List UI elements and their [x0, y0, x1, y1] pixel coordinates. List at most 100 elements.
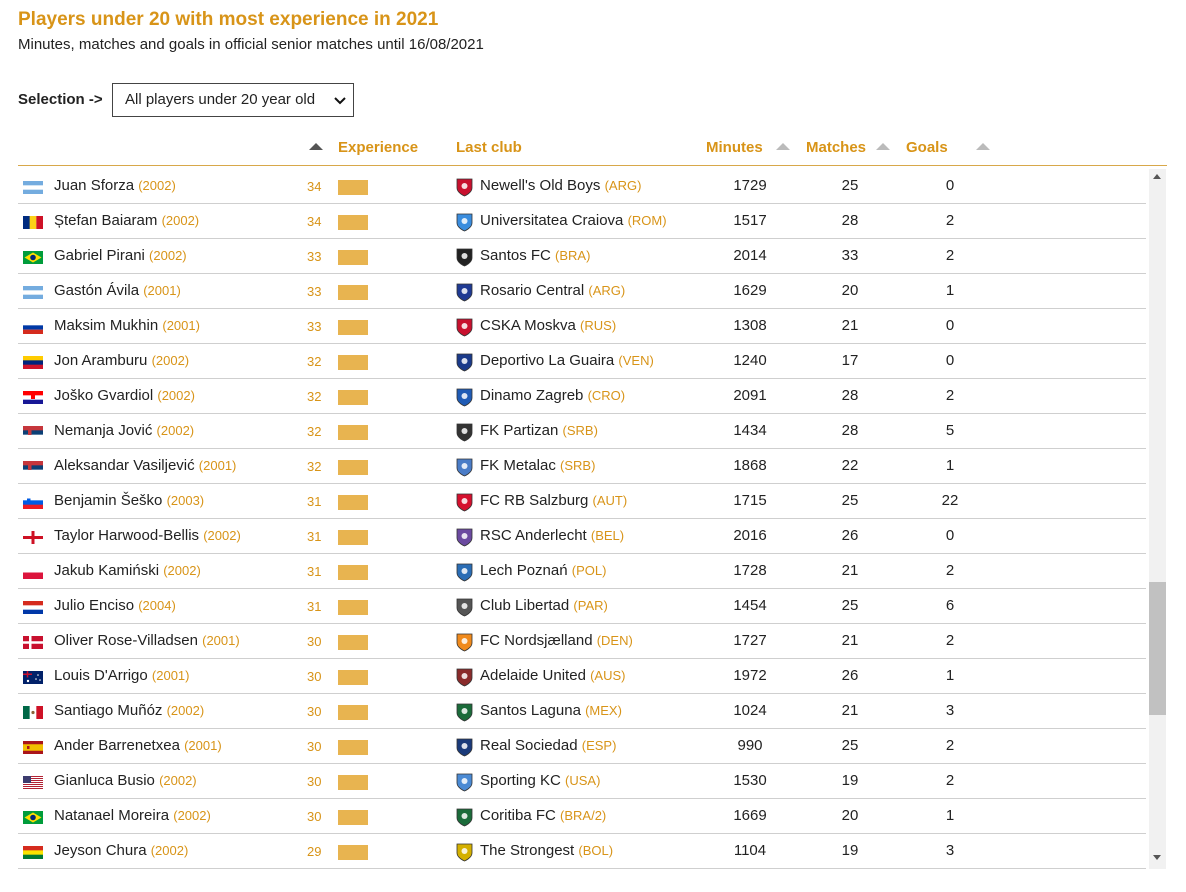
- table-row[interactable]: Jon Aramburu (2002) 32 Deportivo La Guaira…: [18, 344, 1146, 379]
- goals-value: 2: [945, 737, 955, 754]
- club-name[interactable]: Newell's Old Boys (ARG): [480, 177, 641, 194]
- club-name[interactable]: FK Partizan (SRB): [480, 422, 598, 439]
- sort-minutes-icon[interactable]: [776, 143, 790, 150]
- player-name[interactable]: Aleksandar Vasiljević (2001): [54, 457, 236, 474]
- club-name[interactable]: Santos FC (BRA): [480, 247, 590, 264]
- player-name[interactable]: Nemanja Jović (2002): [54, 422, 194, 439]
- club-name[interactable]: Real Sociedad (ESP): [480, 737, 616, 754]
- club-name[interactable]: RSC Anderlecht (BEL): [480, 527, 624, 544]
- sort-matches-icon[interactable]: [876, 143, 890, 150]
- club-name-text: Universitatea Craiova: [480, 212, 628, 229]
- club-logo-icon: [455, 807, 474, 827]
- goals-value: 1: [945, 457, 955, 474]
- club-name[interactable]: FC RB Salzburg (AUT): [480, 492, 627, 509]
- player-name[interactable]: Julio Enciso (2004): [54, 597, 176, 614]
- club-logo-icon: [455, 562, 474, 582]
- club-name[interactable]: Coritiba FC (BRA/2): [480, 807, 606, 824]
- club-name-text: Coritiba FC: [480, 807, 561, 824]
- column-header-goals[interactable]: Goals: [906, 139, 948, 156]
- scrollbar-track[interactable]: [1149, 169, 1166, 869]
- player-name-text: Ștefan Baiaram: [54, 212, 162, 229]
- player-name[interactable]: Gianluca Busio (2002): [54, 772, 197, 789]
- flag-icon: [23, 321, 43, 334]
- player-name[interactable]: Oliver Rose-Villadsen (2001): [54, 632, 240, 649]
- table-row[interactable]: Gabriel Pirani (2002) 33 Santos FC (BRA) 20…: [18, 239, 1146, 274]
- player-name[interactable]: Taylor Harwood-Bellis (2002): [54, 527, 241, 544]
- club-country: (POL): [571, 563, 607, 578]
- table-row[interactable]: Ander Barrenetxea (2001) 30 Real Sociedad …: [18, 729, 1146, 764]
- scrollbar-thumb[interactable]: [1149, 582, 1166, 715]
- club-country: (ESP): [581, 738, 617, 753]
- club-name[interactable]: Rosario Central (ARG): [480, 282, 625, 299]
- column-header-last-club[interactable]: Last club: [456, 139, 522, 156]
- club-name-text: Real Sociedad: [480, 737, 582, 754]
- page-subtitle: Minutes, matches and goals in official s…: [18, 36, 484, 53]
- minutes-value: 1530: [733, 772, 767, 789]
- column-header-experience[interactable]: Experience: [338, 139, 418, 156]
- minutes-value: 1728: [733, 562, 767, 579]
- club-name[interactable]: Club Libertad (PAR): [480, 597, 608, 614]
- table-row[interactable]: Santiago Muñóz (2002) 30 Santos Laguna (ME…: [18, 694, 1146, 729]
- table-row[interactable]: Ștefan Baiaram (2002) 34 Universitatea Cra…: [18, 204, 1146, 239]
- player-name[interactable]: Gabriel Pirani (2002): [54, 247, 187, 264]
- table-row[interactable]: Natanael Moreira (2002) 30 Coritiba FC (BR…: [18, 799, 1146, 834]
- scroll-down-icon[interactable]: [1153, 855, 1161, 860]
- club-name[interactable]: CSKA Moskva (RUS): [480, 317, 616, 334]
- player-name-text: Jon Aramburu: [54, 352, 152, 369]
- club-name[interactable]: Deportivo La Guaira (VEN): [480, 352, 654, 369]
- player-name[interactable]: Ștefan Baiaram (2002): [54, 212, 199, 229]
- club-name[interactable]: Universitatea Craiova (ROM): [480, 212, 667, 229]
- player-name[interactable]: Ander Barrenetxea (2001): [54, 737, 222, 754]
- experience-value: 34: [307, 179, 322, 194]
- table-row[interactable]: Taylor Harwood-Bellis (2002) 31 RSC Anderl…: [18, 519, 1146, 554]
- table-row[interactable]: Nemanja Jović (2002) 32 FK Partizan (SRB) 1…: [18, 414, 1146, 449]
- player-name[interactable]: Jakub Kamiński (2002): [54, 562, 201, 579]
- club-name[interactable]: FC Nordsjælland (DEN): [480, 632, 633, 649]
- table-row[interactable]: Benjamin Šeško (2003) 31 FC RB Salzburg (A…: [18, 484, 1146, 519]
- table-row[interactable]: Oliver Rose-Villadsen (2001) 30 FC Nordsjæ…: [18, 624, 1146, 659]
- experience-bar: [338, 530, 368, 545]
- club-name[interactable]: Sporting KC (USA): [480, 772, 600, 789]
- sort-player-icon[interactable]: [309, 143, 323, 150]
- table-row[interactable]: Jeyson Chura (2002) 29 The Strongest (BOL)…: [18, 834, 1146, 869]
- goals-value: 6: [945, 597, 955, 614]
- club-name[interactable]: Lech Poznań (POL): [480, 562, 606, 579]
- table-row[interactable]: Juan Sforza (2002) 34 Newell's Old Boys (A…: [18, 169, 1146, 204]
- selection-dropdown[interactable]: All players under 20 year old: [112, 83, 354, 117]
- club-name[interactable]: Adelaide United (AUS): [480, 667, 625, 684]
- club-name[interactable]: Dinamo Zagreb (CRO): [480, 387, 625, 404]
- player-name[interactable]: Benjamin Šeško (2003): [54, 492, 204, 509]
- club-logo-icon: [455, 317, 474, 337]
- table-row[interactable]: Maksim Mukhin (2001) 33 CSKA Moskva (RUS) 1…: [18, 309, 1146, 344]
- player-name[interactable]: Gastón Ávila (2001): [54, 282, 181, 299]
- club-name[interactable]: FK Metalac (SRB): [480, 457, 595, 474]
- player-name[interactable]: Jon Aramburu (2002): [54, 352, 189, 369]
- table-row[interactable]: Julio Enciso (2004) 31 Club Libertad (PAR)…: [18, 589, 1146, 624]
- player-name[interactable]: Juan Sforza (2002): [54, 177, 176, 194]
- table-row[interactable]: Gastón Ávila (2001) 33 Rosario Central (AR…: [18, 274, 1146, 309]
- player-name[interactable]: Maksim Mukhin (2001): [54, 317, 200, 334]
- club-name[interactable]: The Strongest (BOL): [480, 842, 613, 859]
- column-header-minutes[interactable]: Minutes: [706, 139, 763, 156]
- player-name[interactable]: Natanael Moreira (2002): [54, 807, 211, 824]
- table-row[interactable]: Gianluca Busio (2002) 30 Sporting KC (USA)…: [18, 764, 1146, 799]
- player-name-text: Ander Barrenetxea: [54, 737, 185, 754]
- flag-icon: [23, 286, 43, 299]
- minutes-value: 1434: [733, 422, 767, 439]
- player-name[interactable]: Santiago Muñóz (2002): [54, 702, 204, 719]
- table-row[interactable]: Joško Gvardiol (2002) 32 Dinamo Zagreb (CR…: [18, 379, 1146, 414]
- sort-goals-icon[interactable]: [976, 143, 990, 150]
- table-row[interactable]: Aleksandar Vasiljević (2001) 32 FK Metalac…: [18, 449, 1146, 484]
- player-name[interactable]: Louis D'Arrigo (2001): [54, 667, 189, 684]
- experience-bar: [338, 600, 368, 615]
- column-header-matches[interactable]: Matches: [806, 139, 866, 156]
- table-row[interactable]: Louis D'Arrigo (2001) 30 Adelaide United (…: [18, 659, 1146, 694]
- scroll-up-icon[interactable]: [1153, 174, 1161, 179]
- player-name[interactable]: Joško Gvardiol (2002): [54, 387, 195, 404]
- player-name[interactable]: Jeyson Chura (2002): [54, 842, 188, 859]
- table-row[interactable]: Jakub Kamiński (2002) 31 Lech Poznań (POL)…: [18, 554, 1146, 589]
- selection-value: All players under 20 year old: [125, 91, 316, 108]
- player-name-text: Oliver Rose-Villadsen: [54, 632, 203, 649]
- header-divider: [18, 165, 1167, 166]
- club-name[interactable]: Santos Laguna (MEX): [480, 702, 622, 719]
